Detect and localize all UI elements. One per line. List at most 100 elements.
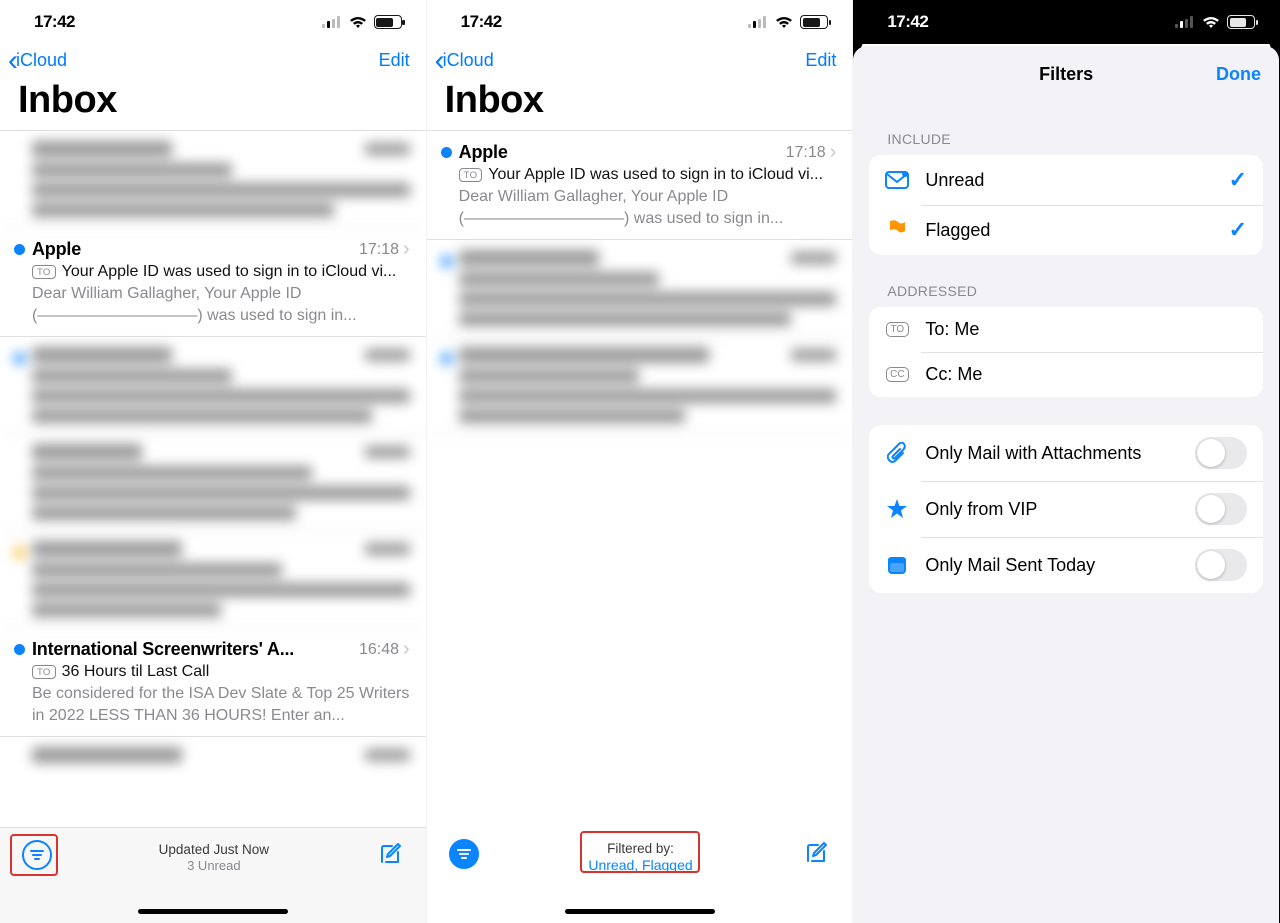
row-flagged[interactable]: Flagged ✓ (869, 205, 1263, 255)
row-attachments[interactable]: Only Mail with Attachments (869, 425, 1263, 481)
cellular-icon (322, 16, 342, 28)
done-button[interactable]: Done (1216, 64, 1261, 85)
cellular-icon (1175, 16, 1195, 28)
status-bar: 17:42 (0, 0, 426, 44)
row-cc-me[interactable]: CC Cc: Me (869, 352, 1263, 397)
status-bar: 17:42 (853, 0, 1279, 44)
paperclip-icon (885, 442, 909, 464)
group-include: Unread ✓ Flagged ✓ (869, 155, 1263, 255)
toolbar-status: Updated Just Now 3 Unread (52, 842, 376, 873)
page-title: Inbox (0, 79, 426, 131)
star-icon (885, 498, 909, 520)
mail-list[interactable]: Apple 17:18› TOYour Apple ID was used to… (0, 131, 426, 827)
unread-dot-icon (14, 353, 25, 364)
row-label: Only Mail with Attachments (925, 443, 1179, 464)
toggle-switch[interactable] (1195, 493, 1247, 525)
toggle-switch[interactable] (1195, 437, 1247, 469)
battery-icon (374, 15, 402, 29)
unread-dot-icon (441, 256, 452, 267)
mail-sender: Apple (459, 142, 508, 163)
compose-button[interactable] (376, 840, 404, 868)
to-badge: TO (32, 665, 56, 679)
back-button[interactable]: ‹ iCloud (435, 50, 494, 71)
chevron-right-icon: › (403, 238, 410, 261)
flag-dot-icon (14, 547, 25, 558)
mail-item-blurred[interactable] (0, 531, 426, 628)
toolbar: Updated Just Now 3 Unread (0, 827, 426, 923)
check-icon: ✓ (1229, 217, 1247, 243)
back-button[interactable]: ‹ iCloud (8, 50, 67, 71)
highlight-box (10, 834, 58, 876)
mail-preview: Dear William Gallagher, Your Apple ID (—… (32, 283, 410, 326)
status-time: 17:42 (461, 12, 502, 32)
mail-sender: International Screenwriters' A... (32, 639, 294, 660)
group-addressed: TO To: Me CC Cc: Me (869, 307, 1263, 397)
nav-bar: ‹ iCloud Edit (0, 44, 426, 79)
row-label: Flagged (925, 220, 1212, 241)
to-badge: TO (459, 168, 483, 182)
mail-time: 17:18› (359, 238, 410, 261)
edit-button[interactable]: Edit (805, 50, 836, 71)
mail-item-blurred[interactable] (427, 240, 853, 337)
cc-icon: CC (885, 367, 909, 382)
mail-sender: Apple (32, 239, 81, 260)
mail-icon (885, 171, 909, 189)
sheet-header: Filters Done (853, 46, 1279, 103)
section-label-include: INCLUDE (853, 103, 1279, 155)
toggle-switch[interactable] (1195, 549, 1247, 581)
row-to-me[interactable]: TO To: Me (869, 307, 1263, 352)
unread-dot-icon (14, 644, 25, 655)
mail-item-blurred[interactable] (427, 337, 853, 434)
mail-item[interactable]: International Screenwriters' A... 16:48›… (0, 628, 426, 737)
mail-preview: Dear William Gallagher, Your Apple ID (—… (459, 186, 837, 229)
screenshot-middle: 17:42 ‹ iCloud Edit Inbox Apple 17:18› T… (427, 0, 854, 923)
battery-icon (1227, 15, 1255, 29)
battery-icon (800, 15, 828, 29)
to-badge: TO (32, 265, 56, 279)
mail-item-blurred[interactable] (0, 131, 426, 228)
toolbar: Filtered by: Unread, Flagged (427, 827, 853, 923)
wifi-icon (349, 16, 367, 29)
wifi-icon (775, 16, 793, 29)
status-line2: 3 Unread (52, 858, 376, 873)
mail-subject: TO36 Hours til Last Call (32, 663, 410, 681)
mail-item-blurred[interactable] (0, 337, 426, 434)
compose-button[interactable] (802, 839, 830, 867)
chevron-right-icon: › (403, 638, 410, 661)
status-right (748, 15, 828, 29)
mail-item[interactable]: Apple 17:18› TOYour Apple ID was used to… (0, 228, 426, 337)
mail-item-blurred[interactable] (0, 737, 426, 773)
check-icon: ✓ (1229, 167, 1247, 193)
mail-subject: TOYour Apple ID was used to sign in to i… (32, 263, 410, 281)
to-icon: TO (885, 322, 909, 337)
cellular-icon (748, 16, 768, 28)
mail-item[interactable]: Apple 17:18› TOYour Apple ID was used to… (427, 131, 853, 240)
status-time: 17:42 (34, 12, 75, 32)
sheet-title: Filters (1039, 64, 1093, 85)
status-right (322, 15, 402, 29)
home-indicator (565, 909, 715, 914)
mail-list[interactable]: Apple 17:18› TOYour Apple ID was used to… (427, 131, 853, 827)
status-line1: Updated Just Now (52, 842, 376, 857)
mail-subject: TOYour Apple ID was used to sign in to i… (459, 166, 837, 184)
row-vip[interactable]: Only from VIP (869, 481, 1263, 537)
mail-time: 16:48› (359, 638, 410, 661)
screenshot-left: 17:42 ‹ iCloud Edit Inbox Apple 17:18› (0, 0, 427, 923)
row-today[interactable]: Only Mail Sent Today (869, 537, 1263, 593)
filter-button[interactable] (449, 839, 479, 869)
calendar-icon (885, 554, 909, 576)
section-label-addressed: ADDRESSED (853, 255, 1279, 307)
highlight-box (580, 831, 700, 873)
status-bar: 17:42 (427, 0, 853, 44)
row-label: To: Me (925, 319, 1247, 340)
mail-item-blurred[interactable] (0, 434, 426, 531)
status-time: 17:42 (887, 12, 928, 32)
group-other: Only Mail with Attachments Only from VIP… (869, 425, 1263, 593)
unread-dot-icon (441, 353, 452, 364)
row-label: Only from VIP (925, 499, 1179, 520)
row-unread[interactable]: Unread ✓ (869, 155, 1263, 205)
screenshot-right: 17:42 Filters Done INCLUDE Unread ✓ Flag… (853, 0, 1280, 923)
flag-icon (885, 219, 909, 241)
chevron-right-icon: › (830, 141, 837, 164)
edit-button[interactable]: Edit (379, 50, 410, 71)
